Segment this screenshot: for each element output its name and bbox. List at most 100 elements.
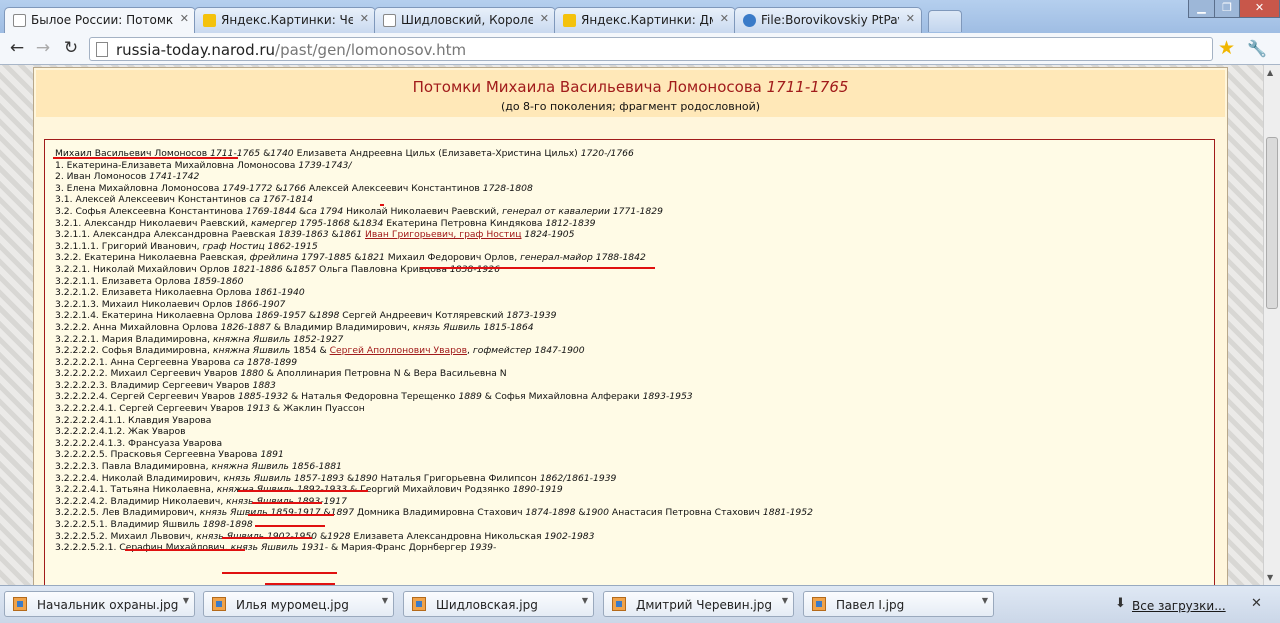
download-item[interactable]: Илья муромец.jpg ▼ <box>203 591 394 617</box>
vertical-scrollbar[interactable]: ▲ ▼ <box>1263 65 1280 585</box>
tab-label: Шидловский, Королев, Як <box>401 13 533 27</box>
close-icon[interactable]: ✕ <box>720 12 729 25</box>
download-item[interactable]: Павел I.jpg ▼ <box>803 591 994 617</box>
annotation-underline <box>420 267 655 269</box>
download-filename: Начальник охраны.jpg <box>37 598 179 612</box>
genealogy-line: 3.2.2.2.5.2. Михаил Львович, князь Яшвил… <box>55 531 813 543</box>
close-icon[interactable]: ✕ <box>906 12 915 25</box>
tab-shidlovsky[interactable]: Шидловский, Королев, Як ✕ <box>374 7 556 33</box>
genealogy-line: 3.2.2.2.2.4.1.3. Франсуаза Уварова <box>55 438 813 450</box>
line-segment: князь Яшвиль 1859-1917 <box>199 507 321 519</box>
line-segment: Анастасия Петровна Стахович <box>609 507 763 519</box>
line-segment: Наталья Григорьевна Филипсон <box>377 472 540 484</box>
scroll-up-icon[interactable]: ▲ <box>1267 68 1273 77</box>
close-icon[interactable]: ✕ <box>540 12 549 25</box>
tab-wikimedia-file[interactable]: File:Borovikovskiy PtPavla1 ✕ <box>734 7 922 33</box>
dropdown-icon[interactable]: ▼ <box>582 596 588 605</box>
line-segment: & <box>282 263 293 275</box>
page-header: Потомки Михаила Васильевича Ломоносова 1… <box>36 70 1225 117</box>
wrench-icon[interactable]: 🔧 <box>1247 39 1267 58</box>
forward-button[interactable]: → <box>32 38 54 60</box>
yandex-icon <box>203 14 216 27</box>
line-segment: 1880 <box>240 368 264 380</box>
download-item[interactable]: Дмитрий Черевин.jpg ▼ <box>603 591 794 617</box>
minimize-button[interactable]: ▁ <box>1188 0 1215 18</box>
genealogy-line: 3.2.2.1. Николай Михайлович Орлов 1821-1… <box>55 264 813 276</box>
download-filename: Павел I.jpg <box>836 598 905 612</box>
line-segment: 1740 <box>270 148 294 159</box>
annotation-underline <box>222 572 337 574</box>
scroll-down-icon[interactable]: ▼ <box>1267 573 1273 582</box>
line-segment: 1883 <box>252 379 276 391</box>
line-segment: & <box>272 182 283 194</box>
genealogy-line: 3.2. Софья Алексеевна Константинова 1769… <box>55 206 813 218</box>
line-segment: 3.2.2.2.2.4.1.3. Франсуаза Уварова <box>55 437 223 449</box>
genealogy-line: 3.2.2.2.3. Павла Владимировна, княжна Яш… <box>55 461 813 473</box>
line-segment: Елизавета Александровна Никольская <box>350 530 545 542</box>
tab-yandex-images-2[interactable]: Яндекс.Картинки: Дмитри ✕ <box>554 7 736 33</box>
genealogy-line: 3.2.2.2.5.2.1. Серафин Михайлович, князь… <box>55 542 813 554</box>
page-viewport: Потомки Михаила Васильевича Ломоносова 1… <box>0 65 1263 585</box>
person-link[interactable]: Сергей Аполлонович Уваров <box>330 345 467 356</box>
download-item[interactable]: Шидловская.jpg ▼ <box>403 591 594 617</box>
tab-yandex-images-1[interactable]: Яндекс.Картинки: Черевин ✕ <box>194 7 376 33</box>
download-item[interactable]: Начальник охраны.jpg ▼ <box>4 591 195 617</box>
genealogy-line: 3.2.1.1.1. Григорий Иванович, граф Ности… <box>55 241 813 253</box>
close-icon[interactable]: ✕ <box>180 12 189 25</box>
dropdown-icon[interactable]: ▼ <box>782 596 788 605</box>
line-segment: княжна Яшвиль 1856-1881 <box>211 461 342 473</box>
line-segment: князь Яшвиль 1815-1864 <box>412 321 534 333</box>
line-segment: 1857 <box>292 263 317 275</box>
line-segment: 3.2.2.2.2.4.1. Сергей Сергеевич Уваров <box>55 403 247 415</box>
genealogy-line: 3.2.2.2.2.2. Михаил Сергеевич Уваров 188… <box>55 368 813 380</box>
annotation-underline <box>222 537 312 539</box>
genealogy-line: 3.2.2.2. Анна Михайловна Орлова 1826-188… <box>55 322 813 334</box>
line-segment: & Наталья Федоровна Терещенко <box>288 391 459 403</box>
bookmark-star-icon[interactable]: ★ <box>1218 37 1235 59</box>
toolbar: ← → ↻ russia-today.narod.ru/past/gen/lom… <box>0 33 1280 65</box>
line-segment: 1739-1743/ <box>298 159 352 171</box>
title-years: 1711-1765 <box>766 78 849 96</box>
yandex-icon <box>563 14 576 27</box>
page-icon <box>383 14 396 27</box>
genealogy-line: 3.2.2.2.5. Лев Владимирович, князь Яшвил… <box>55 507 813 519</box>
line-segment: & <box>320 507 331 519</box>
image-file-icon <box>612 597 626 611</box>
line-segment: 3.2.2.2.4.1. Татьяна Николаевна, <box>55 484 217 496</box>
line-segment: & Георгий Михайлович Родзянко <box>347 484 513 496</box>
line-segment: 3.2.1.1. Александра Александровна Раевск… <box>55 229 279 241</box>
dropdown-icon[interactable]: ▼ <box>982 596 988 605</box>
annotation-underline <box>53 157 238 159</box>
line-segment: генерал-майор 1788-1842 <box>520 252 646 264</box>
dropdown-icon[interactable]: ▼ <box>183 596 189 605</box>
line-segment: 1898 <box>316 310 340 322</box>
all-downloads-link[interactable]: Все загрузки... <box>1132 599 1226 613</box>
close-window-button[interactable]: ✕ <box>1239 0 1280 18</box>
genealogy-list: Михаил Васильевич Ломоносов 1711-1765 &1… <box>55 148 813 554</box>
url-host: russia-today.narod.ru <box>116 41 276 59</box>
person-link[interactable]: Иван Григорьевич, граф Ностиц <box>365 229 521 240</box>
line-segment: 1866-1907 <box>235 298 286 310</box>
maximize-button[interactable]: ❐ <box>1214 0 1240 18</box>
genealogy-line: 3.2.2. Екатерина Николаевна Раевская, фр… <box>55 252 813 264</box>
new-tab-button[interactable] <box>928 10 962 32</box>
scrollbar-thumb[interactable] <box>1266 137 1278 309</box>
line-segment: княжна Яшвиль 1852-1927 <box>212 333 344 345</box>
reload-button[interactable]: ↻ <box>60 38 82 60</box>
download-filename: Илья муромец.jpg <box>236 598 349 612</box>
close-icon[interactable]: ✕ <box>360 12 369 25</box>
line-segment: 3.2.2.2.5.1. Владимир Яшвиль <box>55 519 203 530</box>
line-segment: ca 1794 <box>306 205 344 217</box>
line-segment: 1900 <box>585 507 609 519</box>
genealogy-line: 1. Екатерина-Елизавета Михайловна Ломоно… <box>55 160 813 172</box>
close-icon[interactable]: ✕ <box>1251 596 1262 611</box>
genealogy-line: 3.2.2.2.2.4.1.1. Клавдия Уварова <box>55 415 813 427</box>
annotation-underline <box>255 525 325 527</box>
address-bar[interactable]: russia-today.narod.ru/past/gen/lomonosov… <box>89 37 1213 61</box>
line-segment: & Софья Михайловна Алфераки <box>481 391 643 403</box>
annotation-underline <box>252 502 322 504</box>
dropdown-icon[interactable]: ▼ <box>382 596 388 605</box>
tab-active[interactable]: Былое России: Потомки І ✕ <box>4 7 196 33</box>
back-button[interactable]: ← <box>6 38 28 60</box>
wikimedia-icon <box>743 14 756 27</box>
